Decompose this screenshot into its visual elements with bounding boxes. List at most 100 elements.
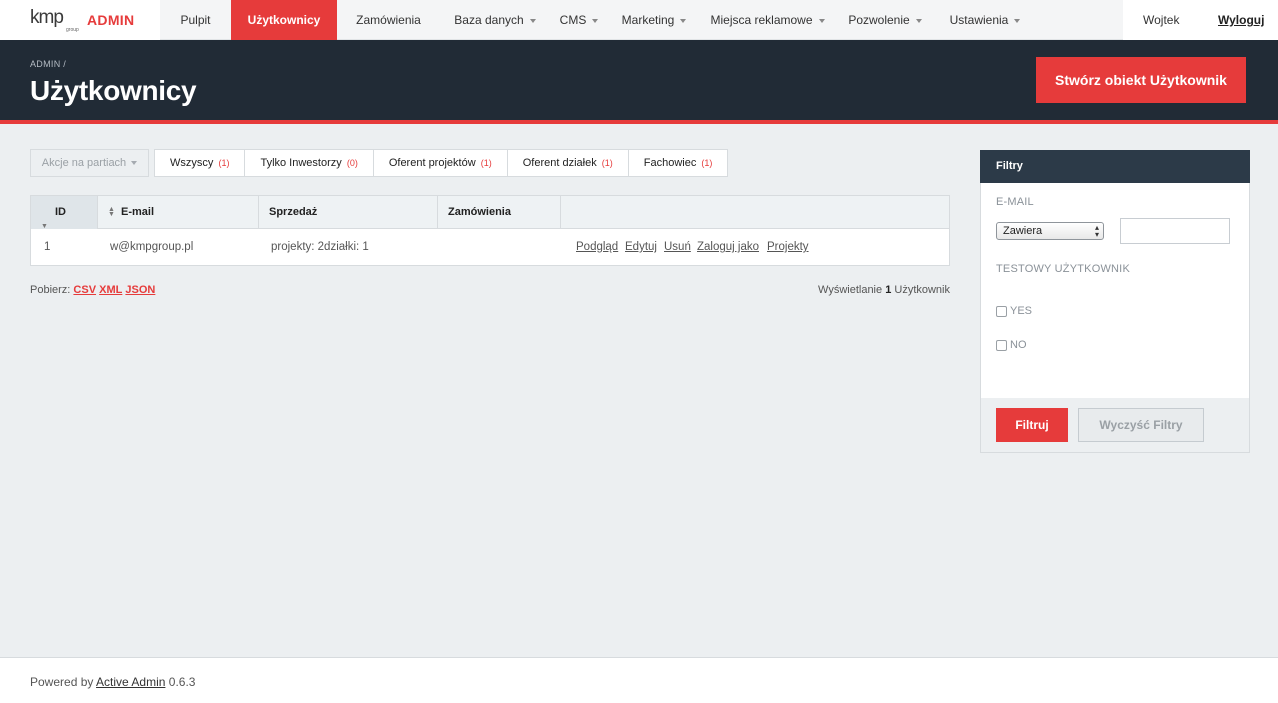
checkbox-label: YES: [1010, 305, 1033, 317]
nav-item-label: Pozwolenie: [848, 13, 910, 27]
column-label: E-mail: [121, 206, 155, 218]
scope-tabs: Wszyscy (1) Tylko Inwestorzy (0) Oferent…: [154, 149, 729, 177]
email-filter-label: E-MAIL: [996, 196, 1034, 208]
nav-item-cms[interactable]: CMS: [550, 0, 608, 40]
nav-item-pozwolenie[interactable]: Pozwolenie: [835, 0, 935, 40]
pagination-prefix: Wyświetlanie: [818, 284, 883, 296]
scope-label: Wszyscy: [170, 157, 214, 169]
nav-item-miejsca-reklamowe[interactable]: Miejsca reklamowe: [700, 0, 835, 40]
title-bar-accent-line: [0, 120, 1278, 124]
download-xml-link[interactable]: XML: [99, 284, 122, 296]
nav-item-label: Zamówienia: [356, 13, 421, 27]
nav-item-marketing[interactable]: Marketing: [608, 0, 700, 40]
create-user-button[interactable]: Stwórz obiekt Użytkownik: [1036, 57, 1246, 103]
email-operator-select[interactable]: Zawiera ▴ ▾: [996, 222, 1104, 240]
footer: Powered by Active Admin 0.6.3: [0, 657, 1278, 703]
chevron-down-icon: [680, 18, 687, 23]
scope-label: Oferent projektów: [388, 157, 476, 169]
chevron-down-icon: [915, 18, 922, 23]
scope-count: (1): [218, 158, 230, 168]
column-label: Sprzedaż: [269, 206, 318, 218]
nav-item-zamowienia[interactable]: Zamówienia: [337, 0, 440, 40]
footer-text: Powered by Active Admin 0.6.3: [30, 675, 195, 689]
sort-icon: ▲ ▼: [108, 206, 115, 218]
pagination-info: Wyświetlanie 1 Użytkownik: [818, 284, 950, 296]
nav-item-label: Marketing: [621, 13, 675, 27]
checkbox-box[interactable]: [996, 339, 1007, 351]
checkbox-label: NO: [1010, 339, 1027, 351]
current-user-link[interactable]: Wojtek: [1143, 0, 1179, 40]
pagination-count: 1: [885, 284, 892, 296]
table-header: ▼ ID ▲ ▼ E-mail Sprzedaż Zamówienia: [31, 196, 949, 230]
nav-item-pulpit[interactable]: Pulpit: [160, 0, 231, 40]
delete-link[interactable]: Usuń: [664, 229, 691, 266]
checkbox-box[interactable]: [996, 305, 1007, 317]
nav-item-uzytkownicy[interactable]: Użytkownicy: [231, 0, 337, 40]
chevron-down-icon: [131, 161, 138, 166]
cell-email: w@kmpgroup.pl: [110, 241, 194, 253]
nav-item-baza-danych[interactable]: Baza danych: [440, 0, 550, 40]
breadcrumb[interactable]: ADMIN /: [30, 59, 66, 69]
active-admin-link[interactable]: Active Admin: [96, 675, 165, 689]
download-json-link[interactable]: JSON: [125, 284, 155, 296]
nav-item-label: Baza danych: [454, 13, 524, 27]
scope-specialists[interactable]: Fachowiec (1): [629, 150, 728, 176]
login-as-link[interactable]: Zaloguj jako: [697, 229, 759, 266]
edit-link[interactable]: Edytuj: [625, 229, 657, 266]
logout-link[interactable]: Wyloguj: [1218, 0, 1264, 40]
nav-item-label: Miejsca reklamowe: [710, 13, 813, 27]
scope-label: Oferent działek: [522, 157, 597, 169]
projects-link[interactable]: Projekty: [767, 229, 809, 266]
nav-item-ustawienia[interactable]: Ustawienia: [935, 0, 1035, 40]
column-header-orders: Zamówienia: [438, 196, 561, 229]
scope-count: (1): [480, 158, 492, 168]
download-label: Pobierz:: [30, 284, 71, 296]
filters-actions: Filtruj Wyczyść Filtry: [981, 398, 1249, 452]
test-user-no-checkbox[interactable]: NO: [996, 338, 1027, 352]
view-link[interactable]: Podgląd: [576, 229, 618, 266]
filters-panel: Filtry E-MAIL Zawiera ▴ ▾ TESTOWY UŻYTKOW…: [980, 150, 1250, 453]
top-navigation: kmp group ADMIN Pulpit Użytkownicy Zamów…: [0, 0, 1278, 40]
pagination-suffix: Użytkownik: [894, 284, 950, 296]
scope-project-bidders[interactable]: Oferent projektów (1): [374, 150, 508, 176]
column-label: ID: [55, 206, 66, 218]
email-filter-input[interactable]: [1120, 218, 1230, 244]
email-operator-value: Zawiera: [1003, 225, 1043, 237]
batch-actions-label: Akcje na partiach: [41, 157, 127, 169]
test-user-yes-checkbox[interactable]: YES: [996, 304, 1032, 318]
title-bar: ADMIN / Użytkownicy Stwórz obiekt Użytko…: [0, 40, 1278, 120]
scope-count: (1): [701, 158, 713, 168]
logo-admin-label: ADMIN: [87, 12, 135, 28]
scope-investors[interactable]: Tylko Inwestorzy (0): [245, 150, 374, 176]
column-label: Zamówienia: [448, 206, 511, 218]
column-header-id[interactable]: ▼ ID: [31, 196, 98, 230]
column-header-email[interactable]: ▲ ▼ E-mail: [98, 196, 259, 229]
filters-title: Filtry: [980, 150, 1250, 183]
cell-id: 1: [44, 241, 51, 253]
download-links: Pobierz: CSV XML JSON: [30, 284, 155, 296]
page-title: Użytkownicy: [30, 75, 197, 106]
scope-all[interactable]: Wszyscy (1): [155, 150, 246, 176]
footer-prefix: Powered by: [30, 675, 94, 689]
chevron-down-icon: [1014, 18, 1021, 23]
users-table: ▼ ID ▲ ▼ E-mail Sprzedaż Zamówienia 1 w@k…: [30, 195, 950, 266]
nav-item-label: Pulpit: [180, 13, 211, 27]
nav-item-label: Ustawienia: [949, 13, 1009, 27]
logo-wordmark: kmp: [30, 7, 64, 28]
batch-actions-button[interactable]: Akcje na partiach: [30, 149, 149, 177]
footer-version: 0.6.3: [168, 675, 196, 689]
nav-item-label: Użytkownicy: [247, 13, 321, 27]
logo-sub: group: [66, 27, 79, 33]
chevron-down-icon: [529, 18, 536, 23]
column-header-sales: Sprzedaż: [259, 196, 438, 229]
logo[interactable]: kmp group ADMIN: [0, 0, 160, 40]
scope-label: Fachowiec: [643, 157, 697, 169]
test-user-filter-label: TESTOWY UŻYTKOWNIK: [996, 263, 1130, 275]
scope-count: (0): [346, 158, 358, 168]
filter-submit-button[interactable]: Filtruj: [996, 408, 1068, 442]
scope-plot-bidders[interactable]: Oferent działek (1): [508, 150, 629, 176]
download-csv-link[interactable]: CSV: [73, 284, 96, 296]
cell-sales: projekty: 2działki: 1: [271, 241, 369, 253]
user-area: Wojtek Wyloguj: [1123, 0, 1278, 40]
clear-filters-button[interactable]: Wyczyść Filtry: [1078, 408, 1204, 442]
